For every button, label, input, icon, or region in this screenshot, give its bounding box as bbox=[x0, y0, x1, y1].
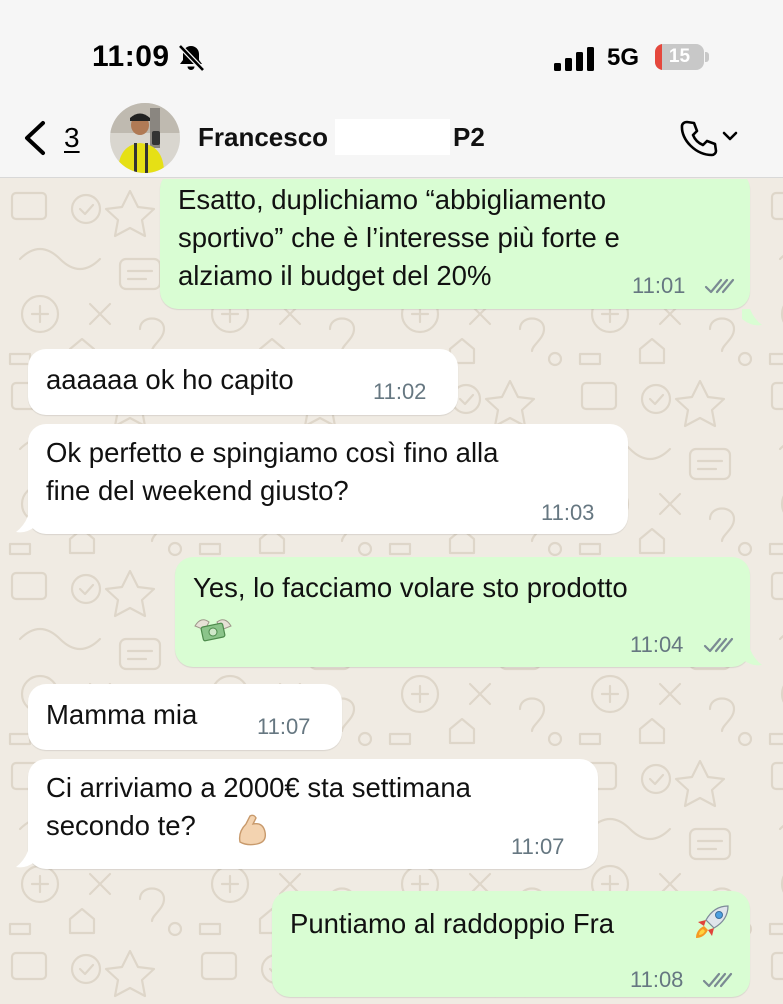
bubble-tail bbox=[742, 309, 762, 326]
message-bubble-incoming[interactable]: Ok perfetto e spingiamo così fino alla f… bbox=[28, 424, 628, 534]
rocket-icon bbox=[696, 905, 729, 938]
message-text: Mamma mia bbox=[46, 699, 198, 730]
message-text: Puntiamo al raddoppio Fra bbox=[290, 908, 615, 939]
message-bubble-outgoing[interactable]: Yes, lo facciamo volare sto prodotto 11:… bbox=[175, 557, 750, 667]
status-bar: 11:09 5G 15 bbox=[0, 0, 783, 100]
avatar-photo bbox=[110, 103, 180, 173]
read-ticks-icon bbox=[703, 637, 734, 653]
back-button[interactable]: 3 bbox=[18, 116, 98, 160]
money-with-wings-icon bbox=[194, 619, 232, 642]
avatar[interactable] bbox=[110, 103, 180, 173]
chevron-left-icon bbox=[25, 121, 45, 155]
chat-header: 3 Francesco P2 bbox=[0, 100, 783, 178]
message-time: 11:04 bbox=[630, 632, 684, 657]
bubble-tail bbox=[742, 649, 762, 666]
network-type: 5G bbox=[607, 44, 640, 71]
call-button[interactable] bbox=[678, 116, 748, 160]
battery-percent: 15 bbox=[668, 46, 691, 67]
phone-icon bbox=[680, 120, 718, 157]
flexed-biceps-icon bbox=[238, 814, 267, 846]
message-bubble-incoming[interactable]: Ci arriviamo a 2000€ sta settimana secon… bbox=[28, 759, 598, 869]
status-time: 11:09 bbox=[92, 40, 170, 73]
battery-icon: 15 bbox=[655, 44, 709, 70]
message-time: 11:07 bbox=[511, 834, 565, 859]
name-redaction bbox=[335, 119, 450, 155]
message-bubble-outgoing[interactable]: Esatto, duplichiamo “abbigliamento sport… bbox=[160, 179, 750, 309]
message-bubble-incoming[interactable]: aaaaaa ok ho capito 11:02 bbox=[28, 349, 458, 415]
message-time: 11:07 bbox=[257, 714, 311, 739]
message-text: Yes, lo facciamo volare sto prodotto bbox=[193, 572, 628, 603]
message-bubble-incoming[interactable]: Mamma mia 11:07 bbox=[28, 684, 342, 750]
bubble-tail bbox=[16, 851, 36, 868]
contact-name[interactable]: Francesco bbox=[198, 122, 335, 153]
message-time: 11:08 bbox=[630, 967, 684, 992]
read-ticks-icon bbox=[704, 278, 735, 294]
bubble-tail bbox=[16, 516, 36, 533]
unread-chats-count: 3 bbox=[64, 122, 80, 153]
message-time: 11:03 bbox=[541, 500, 595, 525]
contact-name-suffix: P2 bbox=[453, 122, 485, 152]
message-text: Ok perfetto e spingiamo così fino alla f… bbox=[46, 437, 499, 506]
chat-area[interactable]: Esatto, duplichiamo “abbigliamento sport… bbox=[0, 179, 783, 1004]
message-time: 11:02 bbox=[373, 379, 427, 404]
message-bubble-outgoing[interactable]: Puntiamo al raddoppio Fra 11:08 bbox=[272, 891, 750, 997]
signal-bars-icon bbox=[554, 47, 594, 71]
bell-slash-icon bbox=[178, 44, 205, 72]
message-text: aaaaaa ok ho capito bbox=[46, 364, 294, 395]
message-time: 11:01 bbox=[632, 273, 686, 298]
read-ticks-icon bbox=[702, 972, 733, 988]
chevron-down-icon bbox=[722, 131, 738, 141]
